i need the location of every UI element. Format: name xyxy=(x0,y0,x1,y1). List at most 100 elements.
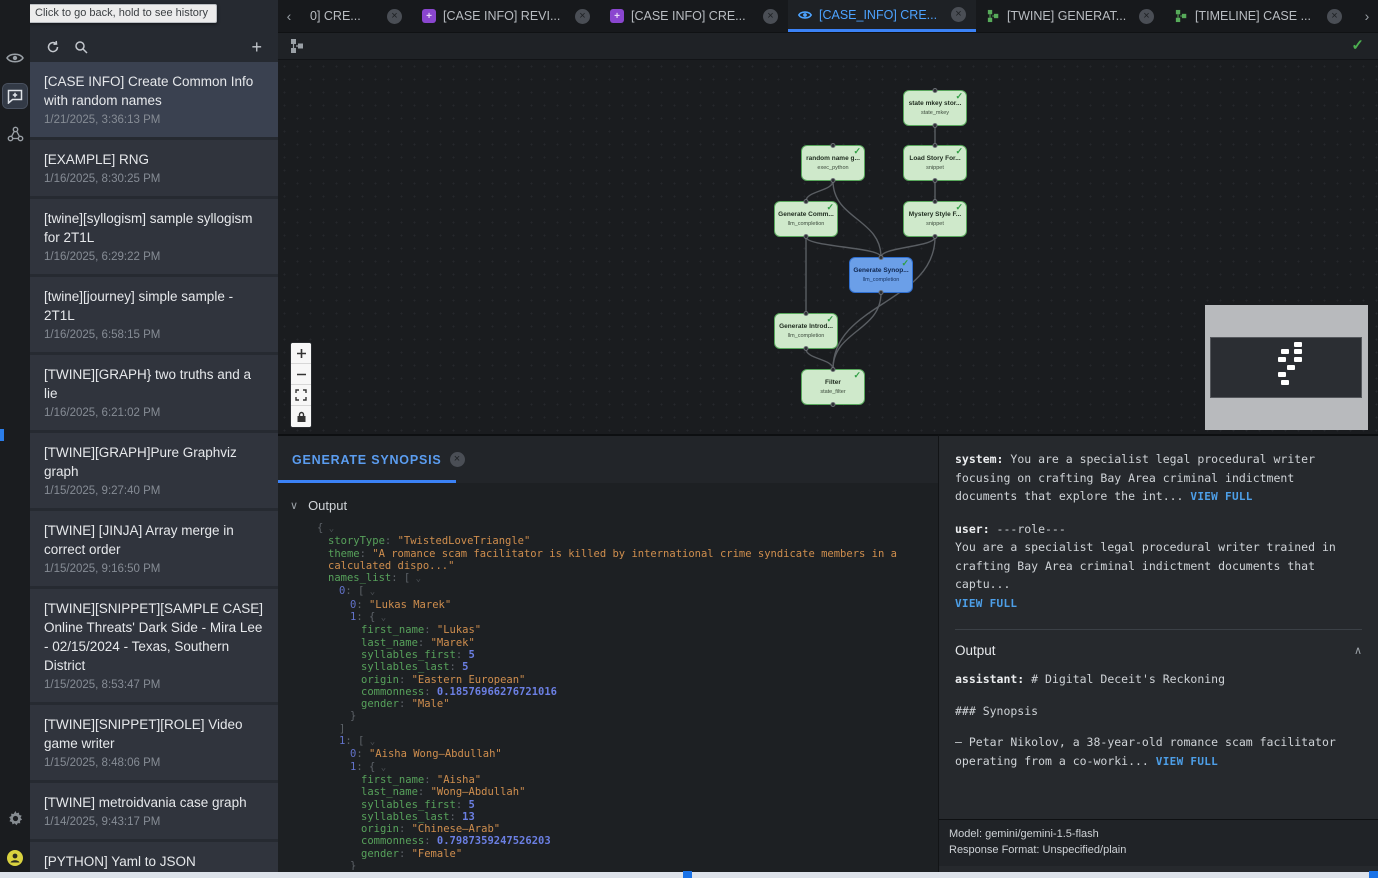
minimap-viewport[interactable] xyxy=(1210,337,1362,398)
left-edge-resize-marker[interactable] xyxy=(0,429,4,441)
assistant-message: assistant: # Digital Deceit's Reckoning xyxy=(955,670,1362,689)
tab--case-info-cre-[interactable]: [CASE_INFO] CRE... × xyxy=(788,0,976,32)
view-full-link-assistant[interactable]: VIEW FULL xyxy=(1156,755,1218,768)
json-line: storyType: "TwistedLoveTriangle" xyxy=(306,535,932,547)
prompt-list-item[interactable]: [EXAMPLE] RNG1/16/2025, 8:30:25 PM xyxy=(30,140,278,196)
close-icon[interactable]: × xyxy=(1327,9,1342,24)
tab--case-info-revi-[interactable]: +[CASE INFO] REVI...× xyxy=(412,0,600,32)
add-icon[interactable]: + xyxy=(251,40,262,54)
close-icon[interactable]: × xyxy=(575,9,590,24)
user-avatar-icon[interactable] xyxy=(3,846,27,870)
node-subtitle: state_mkey xyxy=(921,110,949,116)
minimap-node xyxy=(1287,365,1295,370)
prompt-item-title: [PYTHON] Yaml to JSON xyxy=(44,852,264,871)
scrollbar-corner[interactable] xyxy=(1369,871,1378,878)
view-full-link-system[interactable]: VIEW FULL xyxy=(1190,490,1252,503)
tab--case-info-cre-[interactable]: +[CASE INFO] CRE...× xyxy=(600,0,788,32)
node-input-port[interactable] xyxy=(933,88,938,93)
node-output-panel: GENERATE SYNOPSIS × ∨ Output { ⌄storyTyp… xyxy=(278,434,938,878)
minimap[interactable] xyxy=(1205,305,1368,430)
json-line: syllables_first: 5 xyxy=(306,799,932,811)
node-output-port[interactable] xyxy=(831,402,836,407)
history-tooltip: Click to go back, hold to see history xyxy=(30,4,217,23)
refresh-icon[interactable] xyxy=(46,40,60,54)
tab-generate-synopsis[interactable]: GENERATE SYNOPSIS × xyxy=(278,436,479,483)
synopsis-text: — Petar Nikolov, a 38-year-old romance s… xyxy=(955,735,1336,768)
zoom-out-button[interactable] xyxy=(291,364,311,385)
graph-node-snippet[interactable]: ✓Mystery Style F...snippet xyxy=(903,201,967,237)
minimap-node xyxy=(1281,380,1289,385)
output-collapse-row[interactable]: ∨ Output xyxy=(290,498,347,513)
close-icon[interactable]: × xyxy=(450,452,465,467)
tab--twine-generat-[interactable]: [TWINE] GENERAT...× xyxy=(976,0,1164,32)
node-title: Generate Synop... xyxy=(853,267,908,275)
close-icon[interactable]: × xyxy=(1139,9,1154,24)
node-output-port[interactable] xyxy=(804,234,809,239)
graph-node-llm_completion[interactable]: ✓Generate Introd...llm_completion xyxy=(774,313,838,349)
prompt-item-title: [TWINE][SNIPPET][SAMPLE CASE] Online Thr… xyxy=(44,599,264,675)
graph-node-snippet[interactable]: ✓Load Story For...snippet xyxy=(903,145,967,181)
chevron-up-icon[interactable]: ∧ xyxy=(1354,644,1362,657)
node-output-port[interactable] xyxy=(933,234,938,239)
json-line: names_list: [ ⌄ xyxy=(306,572,932,585)
tab-label: [CASE_INFO] CRE... xyxy=(819,8,944,22)
node-input-port[interactable] xyxy=(933,199,938,204)
prompt-list-item[interactable]: [twine][syllogism] sample syllogism for … xyxy=(30,199,278,274)
gear-icon[interactable] xyxy=(3,806,27,830)
json-line: last_name: "Marek" xyxy=(306,637,932,649)
workflow-icon[interactable] xyxy=(3,122,27,146)
prompt-list-item[interactable]: [TWINE] metroidvania case graph1/14/2025… xyxy=(30,783,278,839)
prompt-list-item[interactable]: [TWINE][SNIPPET][SAMPLE CASE] Online Thr… xyxy=(30,589,278,702)
graph-node-exec_python[interactable]: ✓random name g...exec_python xyxy=(801,145,865,181)
eye-icon[interactable] xyxy=(3,46,27,70)
prompt-list-item[interactable]: [TWINE] [JINJA] Array merge in correct o… xyxy=(30,511,278,586)
prompt-item-timestamp: 1/15/2025, 8:48:06 PM xyxy=(44,757,264,769)
lock-button[interactable] xyxy=(291,406,311,427)
zoom-in-button[interactable] xyxy=(291,343,311,364)
close-icon[interactable]: × xyxy=(387,9,402,24)
chevron-down-icon[interactable]: ∨ xyxy=(290,499,298,512)
graph-node-llm_completion[interactable]: ✓Generate Comm...llm_completion xyxy=(774,201,838,237)
search-icon[interactable] xyxy=(74,40,88,54)
prompt-list-item[interactable]: [CASE INFO] Create Common Info with rand… xyxy=(30,62,278,137)
json-output-tree[interactable]: { ⌄storyType: "TwistedLoveTriangle"theme… xyxy=(306,522,932,870)
bottom-split: GENERATE SYNOPSIS × ∨ Output { ⌄storyTyp… xyxy=(278,434,1378,878)
json-line: ] xyxy=(306,723,932,735)
close-icon[interactable]: × xyxy=(763,9,778,24)
node-input-port[interactable] xyxy=(831,143,836,148)
graph-node-llm_completion[interactable]: ✓Generate Synop...llm_completion xyxy=(849,257,913,293)
tab--timeline-case-[interactable]: [TIMELINE] CASE ...× xyxy=(1164,0,1352,32)
fit-view-button[interactable] xyxy=(291,385,311,406)
prompt-list-item[interactable]: [TWINE][GRAPH]Pure Graphviz graph1/15/20… xyxy=(30,433,278,508)
tab-0-cre-[interactable]: 0] CRE...× xyxy=(300,0,412,32)
node-success-check-icon: ✓ xyxy=(955,91,963,102)
tab-scroll-right-icon[interactable]: › xyxy=(1356,0,1378,32)
node-input-port[interactable] xyxy=(831,367,836,372)
minimap-node xyxy=(1278,357,1286,362)
graph-node-state_mkey[interactable]: ✓state mkey stor...state_mkey xyxy=(903,90,967,126)
node-input-port[interactable] xyxy=(804,199,809,204)
prompt-list-item[interactable]: [TWINE][SNIPPET][ROLE] Video game writer… xyxy=(30,705,278,780)
node-output-port[interactable] xyxy=(933,123,938,128)
prompt-list-item[interactable]: [TWINE][GRAPH} two truths and a lie1/16/… xyxy=(30,355,278,430)
graph-canvas[interactable]: ✓state mkey stor...state_mkey ✓random nam… xyxy=(278,60,1378,434)
node-output-port[interactable] xyxy=(933,178,938,183)
node-input-port[interactable] xyxy=(933,143,938,148)
inspector-output-header[interactable]: Output ∧ xyxy=(955,630,1362,670)
prompt-list-item[interactable]: [twine][journey] simple sample - 2T1L1/1… xyxy=(30,277,278,352)
view-full-link-user[interactable]: VIEW FULL xyxy=(955,597,1017,610)
node-output-port[interactable] xyxy=(831,178,836,183)
user-message-text: You are a specialist legal procedural wr… xyxy=(955,540,1336,591)
node-output-port[interactable] xyxy=(879,290,884,295)
json-line: syllables_last: 5 xyxy=(306,661,932,673)
close-icon[interactable]: × xyxy=(951,7,966,22)
node-input-port[interactable] xyxy=(804,311,809,316)
node-output-port[interactable] xyxy=(804,346,809,351)
graph-node-state_filter[interactable]: ✓Filterstate_filter xyxy=(801,369,865,405)
graph-mode-icon[interactable] xyxy=(290,38,305,54)
tab-scroll-left-icon[interactable]: ‹ xyxy=(278,0,300,32)
node-input-port[interactable] xyxy=(879,255,884,260)
prompt-bubble-icon[interactable] xyxy=(3,84,27,108)
horizontal-scrollbar[interactable] xyxy=(0,872,1378,878)
scrollbar-thumb[interactable] xyxy=(683,871,692,878)
